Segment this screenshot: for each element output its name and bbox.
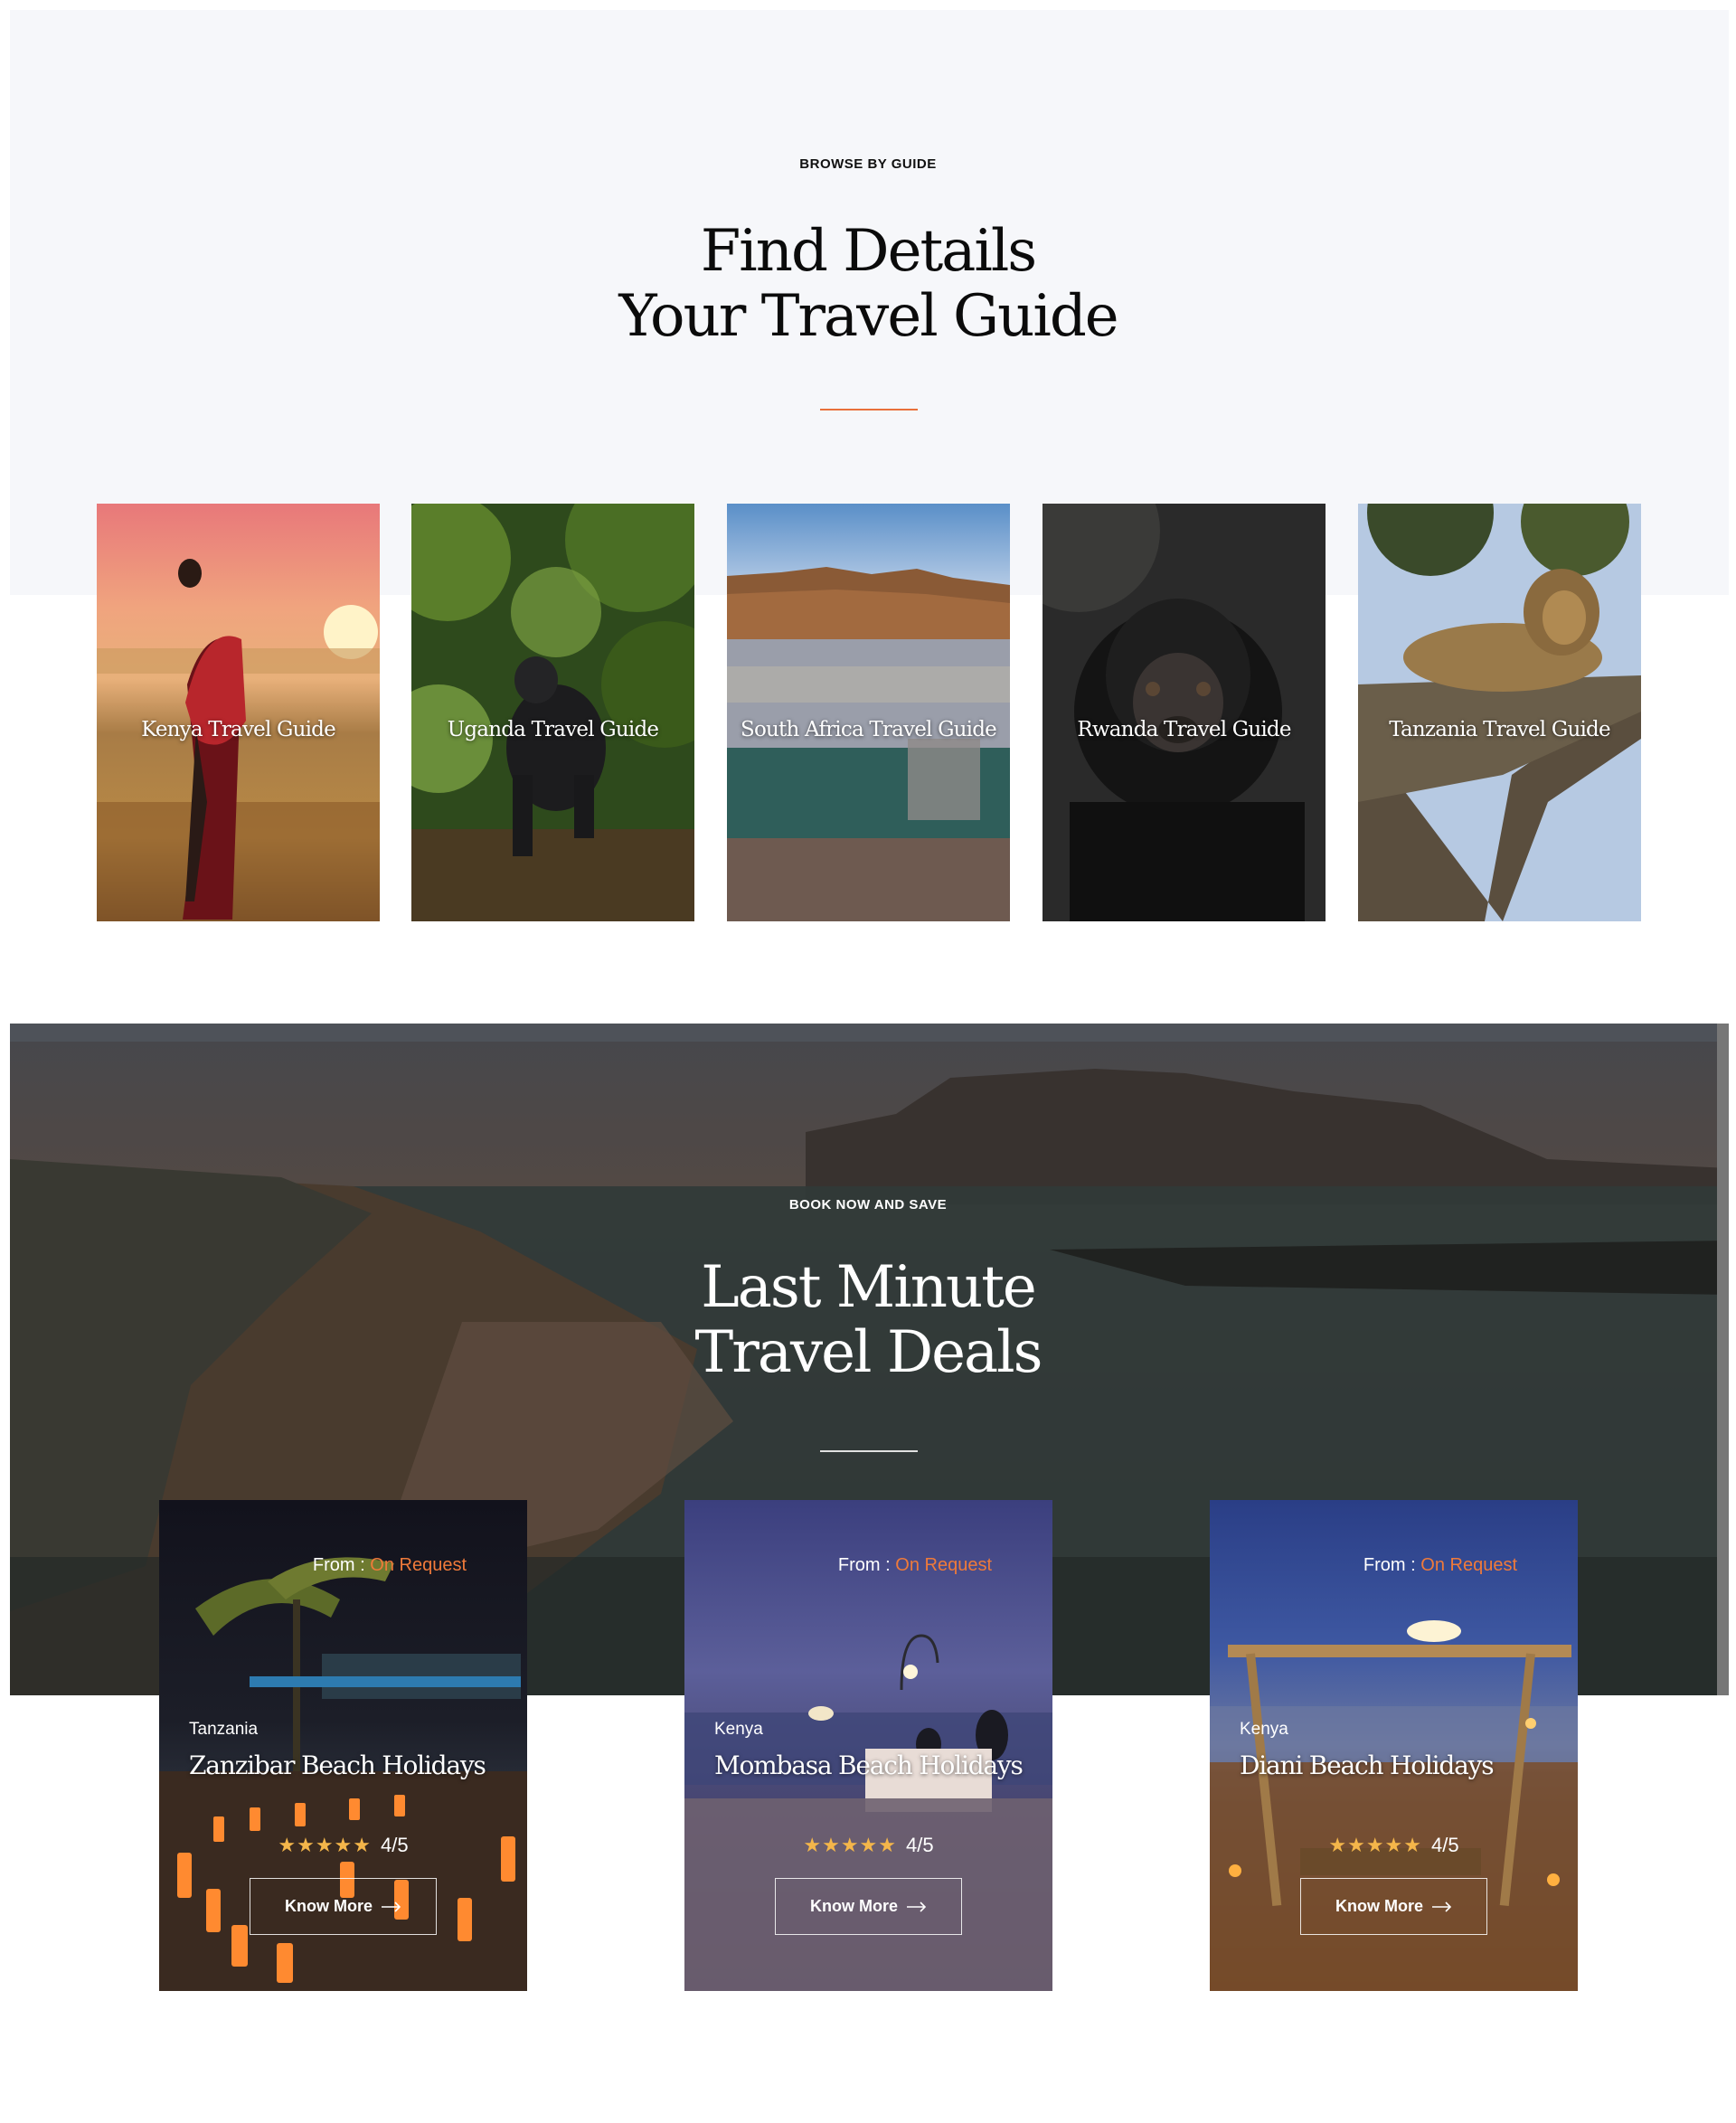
- deal-price-value: On Request: [895, 1555, 992, 1575]
- deals-headline: Last Minute Travel Deals: [0, 1255, 1736, 1385]
- guide-label: Tanzania Travel Guide: [1389, 718, 1610, 741]
- deal-rating: ★★★★★ 4/5: [159, 1834, 527, 1857]
- deal-title: Zanzibar Beach Holidays: [189, 1750, 486, 1780]
- deal-country: Kenya: [1240, 1720, 1288, 1739]
- guide-card-rwanda[interactable]: Rwanda Travel Guide: [1043, 504, 1326, 921]
- rating-score: 4/5: [1431, 1834, 1459, 1856]
- deal-price-prefix: From :: [312, 1555, 371, 1575]
- deal-rating: ★★★★★ 4/5: [1210, 1834, 1578, 1857]
- deals-divider: [820, 1450, 918, 1452]
- guide-image-south-africa: [727, 504, 1010, 921]
- guide-label: South Africa Travel Guide: [741, 718, 997, 741]
- guide-label: Uganda Travel Guide: [447, 718, 659, 741]
- guide-card-kenya[interactable]: Kenya Travel Guide: [97, 504, 380, 921]
- deals-eyebrow: BOOK NOW AND SAVE: [788, 1197, 948, 1212]
- deal-title: Diani Beach Holidays: [1240, 1750, 1495, 1780]
- arrow-right-icon: [382, 1901, 401, 1912]
- deal-country: Tanzania: [189, 1720, 259, 1739]
- know-more-button[interactable]: Know More: [1300, 1878, 1487, 1935]
- guide-card-uganda[interactable]: Uganda Travel Guide: [411, 504, 694, 921]
- guides-headline-line2: Your Travel Guide: [618, 283, 1118, 350]
- deal-price: From : On Request: [1363, 1555, 1517, 1576]
- deal-rating: ★★★★★ 4/5: [684, 1834, 1052, 1857]
- arrow-right-icon: [907, 1901, 927, 1912]
- deal-price: From : On Request: [838, 1555, 992, 1576]
- rating-stars-icon: ★★★★★: [278, 1834, 373, 1856]
- know-more-label: Know More: [810, 1897, 898, 1915]
- deal-price-value: On Request: [370, 1555, 467, 1575]
- deals-headline-line1: Last Minute: [701, 1254, 1037, 1321]
- guides-divider: [820, 409, 918, 410]
- deal-price-prefix: From :: [837, 1555, 896, 1575]
- arrow-right-icon: [1432, 1901, 1452, 1912]
- guide-label: Kenya Travel Guide: [141, 718, 336, 741]
- deal-price: From : On Request: [313, 1555, 467, 1576]
- deal-country: Kenya: [714, 1720, 763, 1739]
- know-more-label: Know More: [1335, 1897, 1423, 1915]
- guides-headline-line1: Find Details: [700, 218, 1037, 285]
- rating-stars-icon: ★★★★★: [1328, 1834, 1423, 1856]
- know-more-button[interactable]: Know More: [775, 1878, 962, 1935]
- deal-title: Mombasa Beach Holidays: [714, 1750, 1024, 1780]
- deal-price-value: On Request: [1420, 1555, 1517, 1575]
- guides-eyebrow: BROWSE BY GUIDE: [799, 156, 937, 172]
- know-more-label: Know More: [285, 1897, 373, 1915]
- rating-stars-icon: ★★★★★: [803, 1834, 898, 1856]
- guides-headline: Find Details Your Travel Guide: [0, 219, 1736, 349]
- guide-image-uganda: [411, 504, 694, 921]
- guide-card-south-africa[interactable]: South Africa Travel Guide: [727, 504, 1010, 921]
- deal-card-mombasa[interactable]: From : On Request Kenya Mombasa Beach Ho…: [684, 1500, 1052, 1991]
- deal-card-diani[interactable]: From : On Request Kenya Diani Beach Holi…: [1210, 1500, 1578, 1991]
- guide-image-kenya: [97, 504, 380, 921]
- guide-image-rwanda: [1043, 504, 1326, 921]
- deals-headline-line2: Travel Deals: [694, 1319, 1043, 1386]
- guide-label: Rwanda Travel Guide: [1077, 718, 1291, 741]
- deal-price-prefix: From :: [1363, 1555, 1421, 1575]
- rating-score: 4/5: [381, 1834, 409, 1856]
- guide-card-tanzania[interactable]: Tanzania Travel Guide: [1358, 504, 1641, 921]
- know-more-button[interactable]: Know More: [250, 1878, 437, 1935]
- guide-image-tanzania: [1358, 504, 1641, 921]
- rating-score: 4/5: [906, 1834, 934, 1856]
- deal-card-zanzibar[interactable]: From : On Request Tanzania Zanzibar Beac…: [159, 1500, 527, 1991]
